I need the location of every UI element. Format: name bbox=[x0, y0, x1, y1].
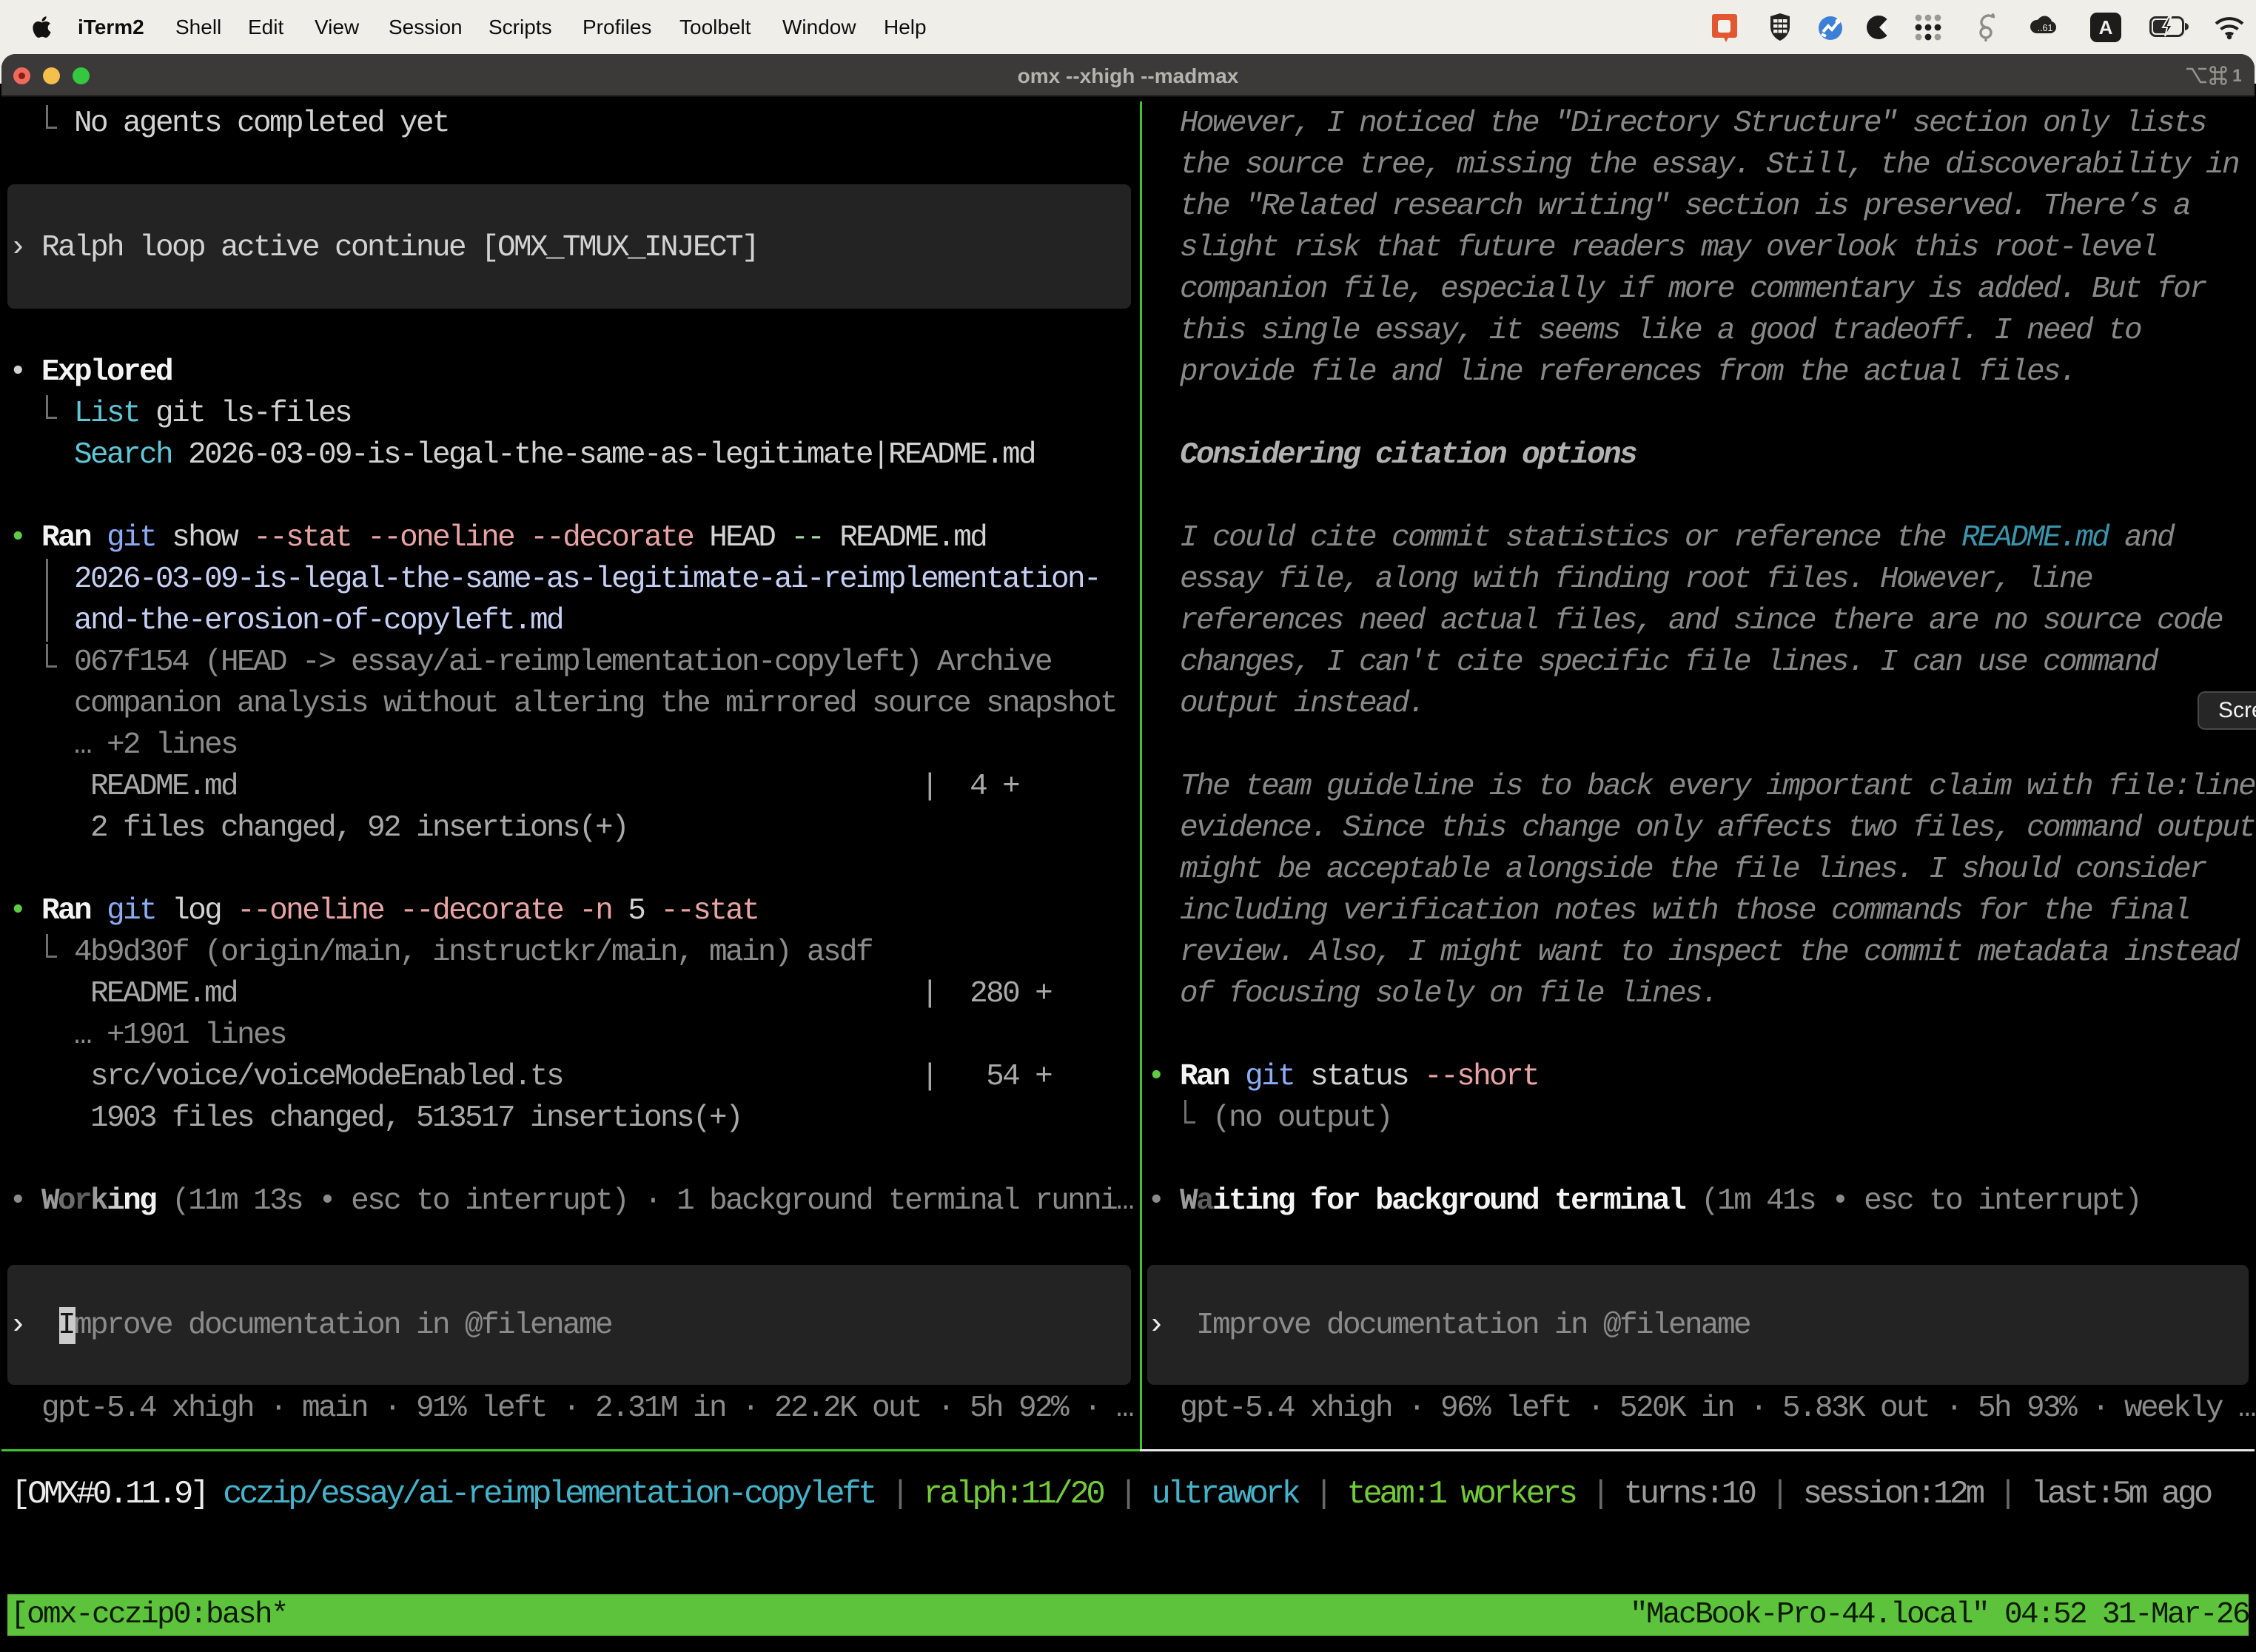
svg-text:..61: ..61 bbox=[2038, 23, 2053, 33]
svg-text:1: 1 bbox=[2232, 66, 2241, 86]
